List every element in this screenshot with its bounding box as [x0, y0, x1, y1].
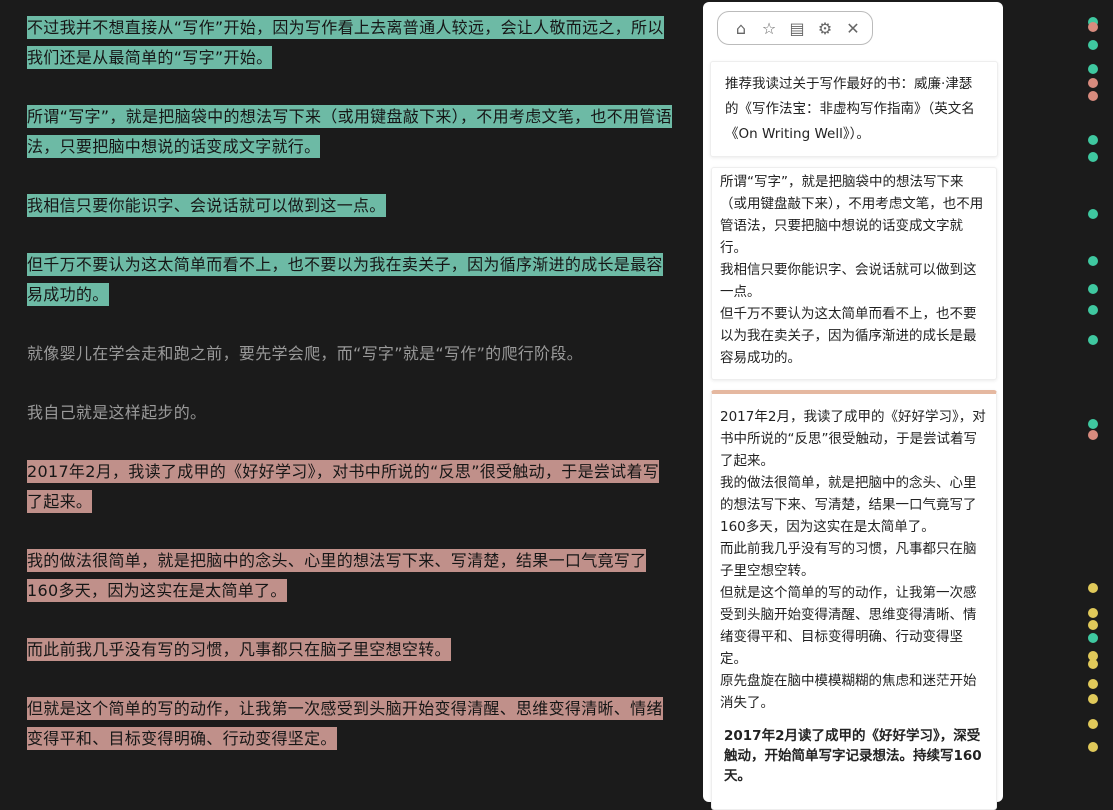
card-line: 原先盘旋在脑中模模糊糊的焦虑和迷茫开始消失了。: [720, 673, 977, 711]
marker-dot[interactable]: [1088, 659, 1098, 669]
marker-dot[interactable]: [1088, 22, 1098, 32]
marker-dot[interactable]: [1088, 694, 1098, 704]
document-editor[interactable]: 不过我并不想直接从“写作”开始，因为写作看上去离普通人较远，会让人敬而远之，所以…: [27, 13, 675, 783]
card-line: 但千万不要认为这太简单而看不上，也不要以为我在卖关子，因为循序渐进的成长是最容易…: [720, 306, 977, 366]
card-line: 2017年2月，我读了成甲的《好好学习》，对书中所说的“反思”很受触动，于是尝试…: [720, 409, 986, 469]
paragraph: 我相信只要你能识字、会说话就可以做到这一点。: [27, 191, 675, 221]
highlight-green[interactable]: 不过我并不想直接从“写作”开始，因为写作看上去离普通人较远，会让人敬而远之，所以…: [27, 16, 664, 69]
marker-dot[interactable]: [1088, 719, 1098, 729]
marker-dot[interactable]: [1088, 419, 1098, 429]
marker-dot[interactable]: [1088, 135, 1098, 145]
marker-dot[interactable]: [1088, 305, 1098, 315]
paragraph: 但就是这个简单的写的动作，让我第一次感受到头脑开始变得清醒、思维变得清晰、情绪变…: [27, 694, 675, 754]
marker-dot[interactable]: [1088, 209, 1098, 219]
card-line: 但就是这个简单的写的动作，让我第一次感受到头脑开始变得清醒、思维变得清晰、情绪变…: [720, 585, 977, 667]
card-line: 我的做法很简单，就是把脑中的念头、心里的想法写下来、写清楚，结果一口气竟写了16…: [720, 475, 977, 535]
paragraph: 不过我并不想直接从“写作”开始，因为写作看上去离普通人较远，会让人敬而远之，所以…: [27, 13, 675, 73]
marker-dot[interactable]: [1088, 256, 1098, 266]
paragraph: 2017年2月，我读了成甲的《好好学习》，对书中所说的“反思”很受触动，于是尝试…: [27, 457, 675, 517]
star-icon[interactable]: ☆: [758, 17, 780, 39]
paragraph: 所谓“写字”，就是把脑袋中的想法写下来（或用键盘敲下来），不用考虑文笔，也不用管…: [27, 102, 675, 162]
marker-dot[interactable]: [1088, 40, 1098, 50]
paragraph: 但千万不要认为这太简单而看不上，也不要以为我在卖关子，因为循序渐进的成长是最容易…: [27, 250, 675, 310]
marker-dot[interactable]: [1088, 335, 1098, 345]
highlight-card-note[interactable]: 推荐我读过关于写作最好的书：威廉·津瑟的《写作法宝：非虚构写作指南》（英文名《O…: [710, 61, 998, 157]
panel-toolbar: ⌂ ☆ ▤ ⚙ ✕: [717, 11, 873, 45]
marker-dot[interactable]: [1088, 633, 1098, 643]
marker-dot[interactable]: [1088, 742, 1098, 752]
marker-dot[interactable]: [1088, 78, 1098, 88]
card-line: 所谓“写字”，就是把脑袋中的想法写下来（或用键盘敲下来），不用考虑文笔，也不用管…: [720, 174, 984, 256]
highlight-card-red[interactable]: 2017年2月，我读了成甲的《好好学习》，对书中所说的“反思”很受触动，于是尝试…: [711, 390, 997, 810]
marker-dot[interactable]: [1088, 430, 1098, 440]
marker-dot[interactable]: [1088, 679, 1098, 689]
highlights-panel: ⌂ ☆ ▤ ⚙ ✕ 推荐我读过关于写作最好的书：威廉·津瑟的《写作法宝：非虚构写…: [703, 2, 1003, 810]
highlight-red[interactable]: 我的做法很简单，就是把脑中的念头、心里的想法写下来、写清楚，结果一口气竟写了16…: [27, 549, 647, 602]
gear-icon[interactable]: ⚙: [814, 17, 836, 39]
marker-dot[interactable]: [1088, 608, 1098, 618]
highlight-green[interactable]: 但千万不要认为这太简单而看不上，也不要以为我在卖关子，因为循序渐进的成长是最容易…: [27, 253, 663, 306]
marker-dot[interactable]: [1088, 64, 1098, 74]
paragraph: 而此前我几乎没有写的习惯，凡事都只在脑子里空想空转。: [27, 635, 675, 665]
highlight-red[interactable]: 2017年2月，我读了成甲的《好好学习》，对书中所说的“反思”很受触动，于是尝试…: [27, 460, 660, 513]
paragraph: 我自己就是这样起步的。: [27, 403, 207, 422]
card-line: 我相信只要你能识字、会说话就可以做到这一点。: [720, 262, 977, 300]
paragraph: 我的做法很简单，就是把脑中的念头、心里的想法写下来、写清楚，结果一口气竟写了16…: [27, 546, 675, 606]
paragraph: 就像婴儿在学会走和跑之前，要先学会爬，而“写字”就是“写作”的爬行阶段。: [27, 344, 583, 363]
notes-icon[interactable]: ▤: [786, 17, 808, 39]
highlight-red[interactable]: 但就是这个简单的写的动作，让我第一次感受到头脑开始变得清醒、思维变得清晰、情绪变…: [27, 697, 663, 750]
marker-dot[interactable]: [1088, 620, 1098, 630]
card-line: 而此前我几乎没有写的习惯，凡事都只在脑子里空想空转。: [720, 541, 977, 579]
card-text: 推荐我读过关于写作最好的书：威廉·津瑟的《写作法宝：非虚构写作指南》（英文名《O…: [725, 76, 975, 142]
marker-dot[interactable]: [1088, 152, 1098, 162]
highlight-card-green[interactable]: 所谓“写字”，就是把脑袋中的想法写下来（或用键盘敲下来），不用考虑文笔，也不用管…: [711, 167, 997, 380]
highlight-green[interactable]: 所谓“写字”，就是把脑袋中的想法写下来（或用键盘敲下来），不用考虑文笔，也不用管…: [27, 105, 672, 158]
marker-dot[interactable]: [1088, 284, 1098, 294]
highlight-green[interactable]: 我相信只要你能识字、会说话就可以做到这一点。: [27, 194, 386, 217]
home-icon[interactable]: ⌂: [730, 17, 752, 39]
marker-dot[interactable]: [1088, 583, 1098, 593]
highlight-red[interactable]: 而此前我几乎没有写的习惯，凡事都只在脑子里空想空转。: [27, 638, 451, 661]
card-summary: 2017年2月读了成甲的《好好学习》，深受触动，开始简单写字记录想法。持续写16…: [724, 728, 982, 784]
marker-dot[interactable]: [1088, 91, 1098, 101]
close-icon[interactable]: ✕: [842, 17, 864, 39]
